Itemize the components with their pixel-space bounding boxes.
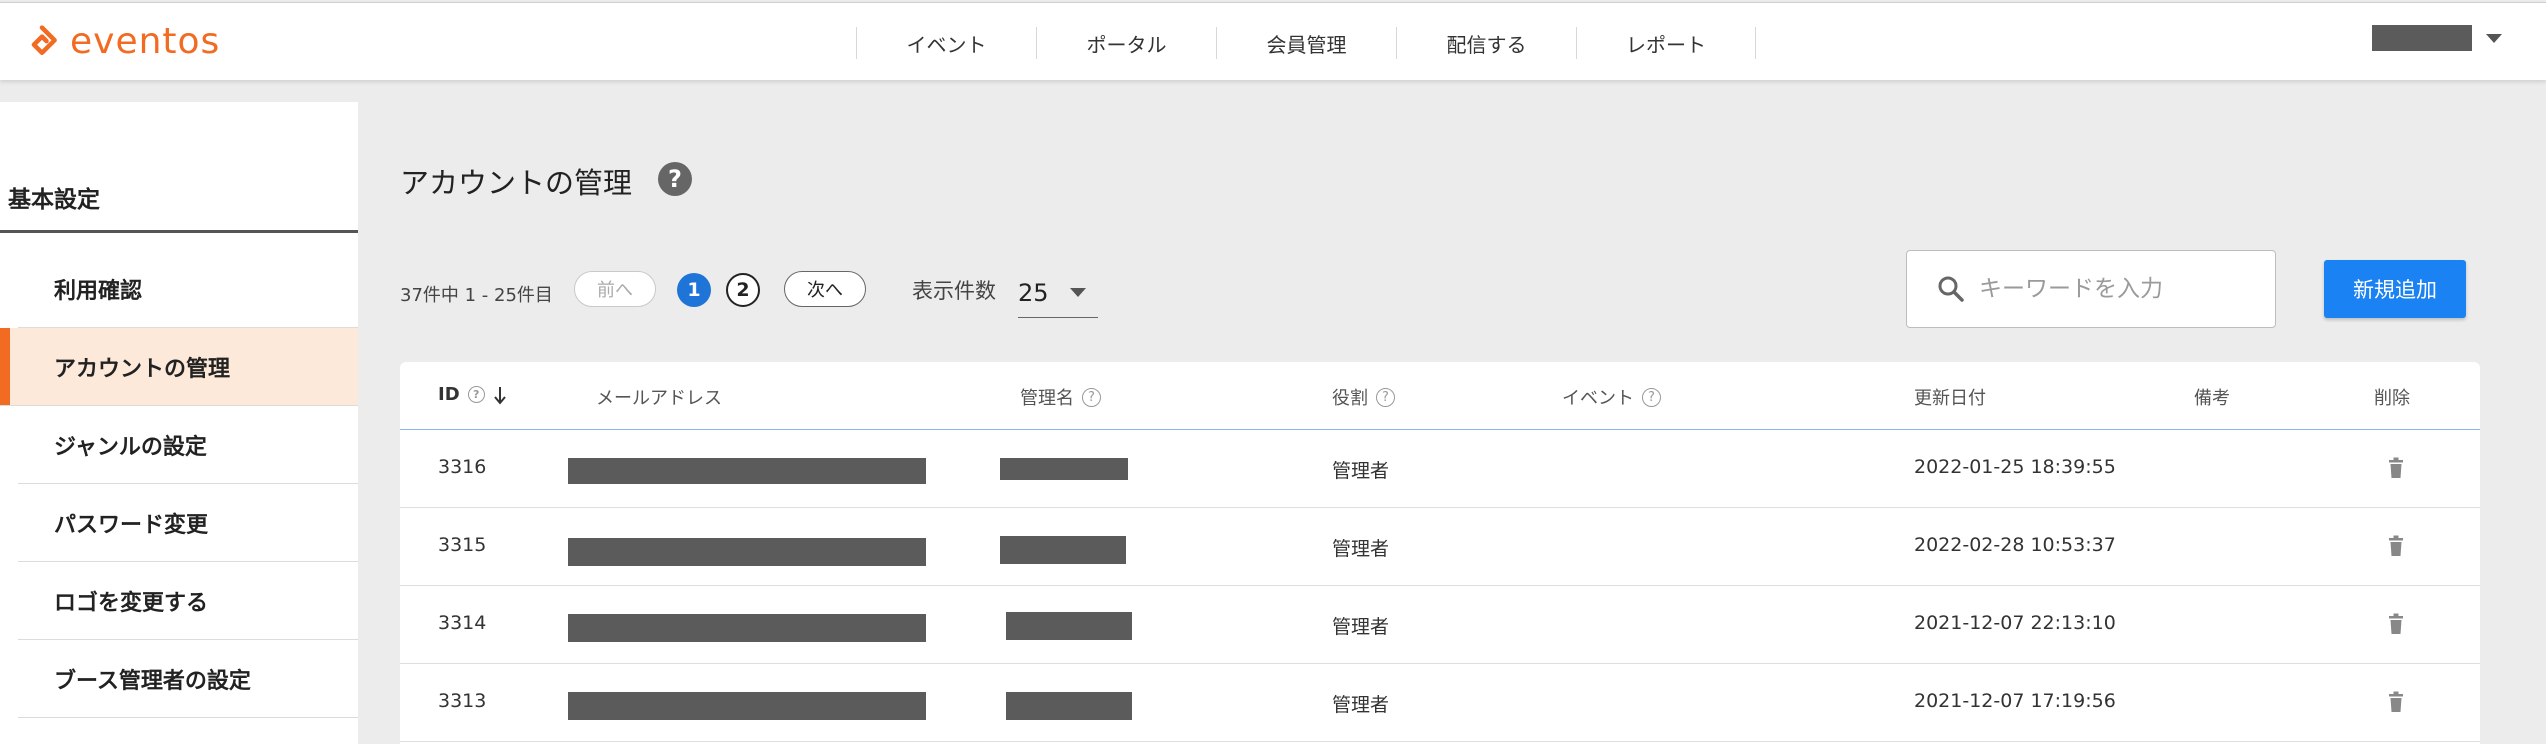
cell-role: 管理者	[1332, 694, 1390, 716]
admin-name-redacted	[1006, 612, 1132, 640]
sidebar-item-account[interactable]: アカウントの管理	[0, 328, 358, 406]
cell-id: 3313	[438, 690, 487, 712]
nav-item-delivery[interactable]: 配信する	[1396, 27, 1576, 59]
sidebar-item-usage[interactable]: 利用確認	[18, 250, 358, 328]
main-nav: イベント ポータル 会員管理 配信する レポート	[856, 27, 1756, 59]
table-row[interactable]: 3313 管理者 2021-12-07 17:19:56	[400, 664, 2480, 742]
user-name-redacted	[2372, 25, 2472, 51]
sidebar-item-booth-admin[interactable]: ブース管理者の設定	[18, 640, 358, 718]
help-icon[interactable]: ?	[467, 386, 485, 403]
column-header-role-label: 役割	[1332, 388, 1368, 409]
cell-id: 3315	[438, 534, 487, 556]
cell-role: 管理者	[1332, 616, 1390, 638]
per-page-label: 表示件数	[912, 279, 996, 303]
eventos-logo-icon	[31, 24, 57, 55]
sidebar-item-password[interactable]: パスワード変更	[18, 484, 358, 562]
column-header-admin-name-label: 管理名	[1020, 388, 1074, 409]
search-box[interactable]	[1906, 250, 2276, 328]
pager-range-text: 37件中 1 - 25件目	[400, 285, 553, 306]
help-icon[interactable]: ?	[1082, 387, 1101, 407]
cell-updated: 2021-12-07 22:13:10	[1914, 612, 2116, 634]
column-header-id[interactable]: ID ?	[438, 384, 507, 405]
admin-name-redacted	[1000, 458, 1128, 480]
cell-id: 3314	[438, 612, 487, 634]
page-1-button[interactable]: 1	[677, 273, 711, 307]
sort-down-arrow-icon[interactable]	[493, 385, 507, 405]
column-header-email: メールアドレス	[596, 388, 722, 409]
next-page-button[interactable]: 次へ	[784, 271, 866, 307]
sidebar-item-genre[interactable]: ジャンルの設定	[18, 406, 358, 484]
column-header-updated: 更新日付	[1914, 388, 1986, 409]
column-header-notes: 備考	[2194, 388, 2230, 409]
trash-icon[interactable]	[2388, 535, 2404, 557]
cell-updated: 2022-02-28 10:53:37	[1914, 534, 2116, 556]
add-new-button[interactable]: 新規追加	[2324, 260, 2466, 318]
email-redacted	[568, 692, 926, 720]
email-redacted	[568, 538, 926, 566]
admin-name-redacted	[1000, 536, 1126, 564]
help-icon[interactable]: ?	[1376, 387, 1395, 407]
cell-role: 管理者	[1332, 538, 1390, 560]
cell-updated: 2021-12-07 17:19:56	[1914, 690, 2116, 712]
sidebar: 基本設定 利用確認 アカウントの管理 ジャンルの設定 パスワード変更 ロゴを変更…	[0, 102, 358, 744]
column-header-delete: 削除	[2374, 388, 2410, 409]
column-header-admin-name: 管理名 ?	[1020, 384, 1101, 410]
logo-text: eventos	[70, 21, 221, 62]
search-input[interactable]	[1979, 276, 2259, 302]
help-icon[interactable]: ?	[1642, 387, 1661, 407]
chevron-down-icon	[1070, 288, 1086, 297]
email-redacted	[568, 614, 926, 642]
help-icon[interactable]: ?	[658, 162, 692, 196]
search-icon	[1938, 276, 1964, 302]
sidebar-divider	[0, 230, 358, 233]
sidebar-item-logo[interactable]: ロゴを変更する	[18, 562, 358, 640]
column-header-event-label: イベント	[1562, 388, 1634, 409]
user-menu[interactable]	[2372, 25, 2502, 51]
page-title: アカウントの管理	[400, 166, 633, 200]
cell-id: 3316	[438, 456, 487, 478]
column-header-role: 役割 ?	[1332, 384, 1395, 410]
table-row[interactable]: 3314 管理者 2021-12-07 22:13:10	[400, 586, 2480, 664]
top-header: eventos イベント ポータル 会員管理 配信する レポート	[0, 2, 2546, 80]
eventos-logo[interactable]: eventos	[24, 21, 220, 62]
accounts-table: ID ? メールアドレス 管理名 ? 役割 ? イベント ? 更新日付 備考 削…	[400, 362, 2480, 744]
nav-item-members[interactable]: 会員管理	[1216, 27, 1396, 59]
nav-item-report[interactable]: レポート	[1576, 27, 1756, 59]
cell-role: 管理者	[1332, 460, 1390, 482]
table-row[interactable]: 3316 管理者 2022-01-25 18:39:55	[400, 430, 2480, 508]
per-page-value: 25	[1018, 278, 1049, 307]
email-redacted	[568, 458, 926, 484]
per-page-select[interactable]: 25	[1018, 268, 1098, 318]
page-2-button[interactable]: 2	[726, 273, 760, 307]
trash-icon[interactable]	[2388, 691, 2404, 713]
cell-updated: 2022-01-25 18:39:55	[1914, 456, 2116, 478]
sidebar-section-title: 基本設定	[8, 187, 100, 213]
trash-icon[interactable]	[2388, 457, 2404, 479]
column-header-id-label: ID	[438, 384, 460, 405]
nav-item-portal[interactable]: ポータル	[1036, 27, 1216, 59]
admin-name-redacted	[1006, 692, 1132, 720]
nav-item-events[interactable]: イベント	[856, 27, 1036, 59]
chevron-down-icon	[2486, 33, 2502, 43]
prev-page-button[interactable]: 前へ	[574, 271, 656, 307]
table-header: ID ? メールアドレス 管理名 ? 役割 ? イベント ? 更新日付 備考 削…	[400, 362, 2480, 430]
column-header-event: イベント ?	[1562, 384, 1661, 410]
trash-icon[interactable]	[2388, 613, 2404, 635]
table-row[interactable]: 3315 管理者 2022-02-28 10:53:37	[400, 508, 2480, 586]
